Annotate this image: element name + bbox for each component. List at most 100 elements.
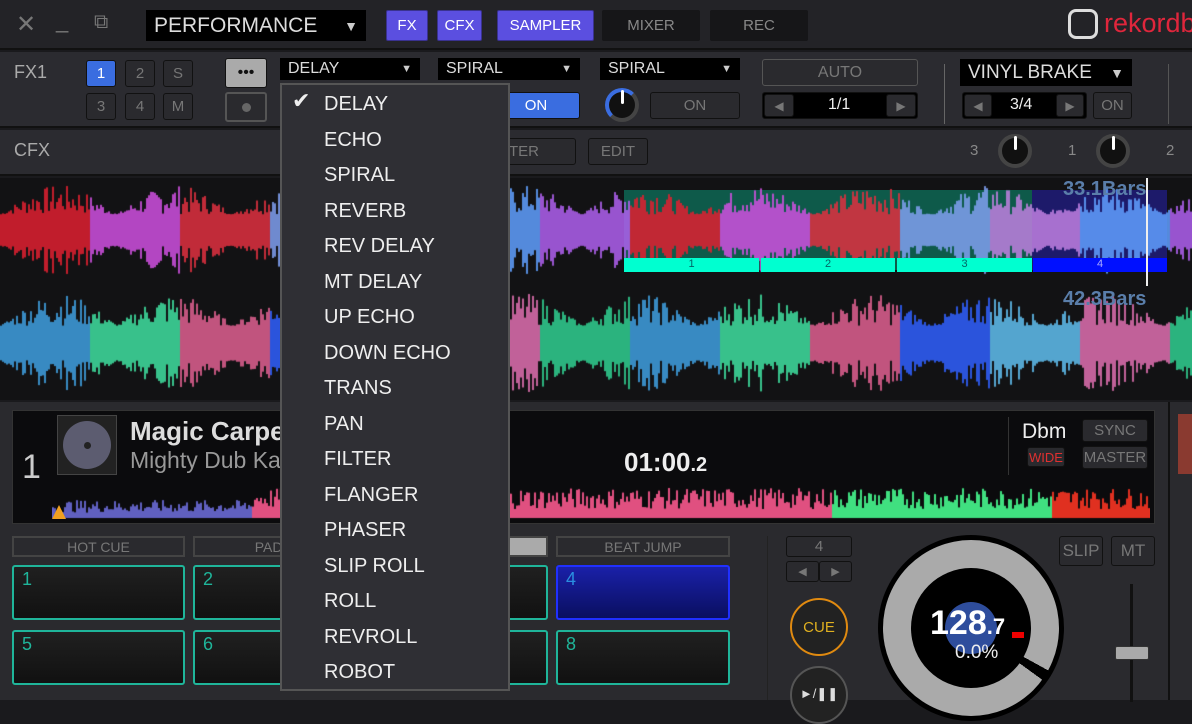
divider bbox=[1008, 417, 1009, 475]
fx-deck-1-button[interactable]: 1 bbox=[86, 60, 116, 87]
beat-fx-left-arrow-icon[interactable]: ◀ bbox=[964, 94, 992, 117]
deck2-bars-label: 42.3Bars bbox=[1063, 288, 1147, 310]
fx-slot-1-label: DELAY bbox=[288, 60, 340, 77]
menu-item-filter[interactable]: FILTER bbox=[324, 442, 391, 477]
check-icon: ✔ bbox=[292, 88, 311, 113]
track-title: Magic Carpet bbox=[130, 416, 294, 446]
pad-4[interactable]: 4 bbox=[556, 565, 730, 620]
fx-slot-3-knob[interactable] bbox=[605, 88, 639, 122]
beat-right-arrow-icon[interactable]: ▶ bbox=[886, 94, 916, 117]
chevron-down-icon: ▼ bbox=[721, 63, 732, 75]
fx-deck-m-button[interactable]: M bbox=[163, 93, 193, 120]
master-button[interactable]: MASTER bbox=[1082, 446, 1148, 469]
beat-jump-left-icon[interactable]: ◀ bbox=[786, 561, 819, 582]
menu-item-phaser[interactable]: PHASER bbox=[324, 513, 406, 548]
chevron-down-icon: ▼ bbox=[561, 63, 572, 75]
deck2-waveform bbox=[0, 288, 1192, 398]
cfx-panel: CFX FILTER EDIT 3 1 2 bbox=[0, 130, 1192, 176]
cfx-knob-3[interactable] bbox=[998, 134, 1032, 168]
chevron-down-icon: ▼ bbox=[401, 63, 412, 75]
fx1-label: FX1 bbox=[14, 62, 48, 82]
menu-item-delay[interactable]: DELAY bbox=[324, 87, 388, 122]
divider bbox=[944, 64, 945, 124]
fx-slot-3-on-button[interactable]: ON bbox=[650, 92, 740, 119]
beat-value: 1/1 bbox=[828, 96, 851, 113]
knob-label-3: 3 bbox=[970, 142, 979, 159]
fx-deck-4-button[interactable]: 4 bbox=[125, 93, 155, 120]
menu-item-slip-roll[interactable]: SLIP ROLL bbox=[324, 549, 425, 584]
beat-left-arrow-icon[interactable]: ◀ bbox=[764, 94, 794, 117]
cue-button[interactable]: CUE bbox=[790, 598, 848, 656]
menu-item-rev-delay[interactable]: REV DELAY bbox=[324, 229, 435, 264]
fx-slot-1-dropdown[interactable]: DELAY ▼ bbox=[280, 58, 420, 80]
fx-panel: FX1 1 2 S 3 4 M ••• DELAY ▼ SPIRAL ▼ ON SP… bbox=[0, 52, 1192, 128]
tempo-fader-handle[interactable] bbox=[1115, 646, 1149, 660]
menu-item-trans[interactable]: TRANS bbox=[324, 371, 392, 406]
fx-type-menu: ✔ DELAY ECHO SPIRAL REVERB REV DELAY MT DELAY… bbox=[280, 83, 510, 691]
cfx-knob-1[interactable] bbox=[1096, 134, 1130, 168]
beat-fx-on-button[interactable]: ON bbox=[1093, 92, 1132, 119]
fx-deck-2-button[interactable]: 2 bbox=[125, 60, 155, 87]
time-main: 01:00 bbox=[624, 447, 691, 477]
top-bar: ✕ _ ⧉ PERFORMANCE ▼ FX CFX SAMPLER MIXER … bbox=[0, 0, 1192, 50]
fx-slot-2-dropdown[interactable]: SPIRAL ▼ bbox=[438, 58, 580, 80]
pad-1[interactable]: 1 bbox=[12, 565, 185, 620]
menu-item-flanger[interactable]: FLANGER bbox=[324, 478, 418, 513]
wide-button[interactable]: WIDE bbox=[1027, 447, 1065, 467]
pad-mode-beat-jump[interactable]: BEAT JUMP bbox=[556, 536, 730, 557]
divider bbox=[767, 536, 768, 700]
loop-marker-3: 3 bbox=[897, 258, 1032, 272]
deck-number: 1 bbox=[22, 448, 41, 486]
rekordbox-logo-icon bbox=[1068, 9, 1098, 39]
close-icon[interactable]: ✕ bbox=[16, 10, 36, 39]
fx-slot-3-dropdown[interactable]: SPIRAL ▼ bbox=[600, 58, 740, 80]
menu-item-spiral[interactable]: SPIRAL bbox=[324, 158, 395, 193]
mt-button[interactable]: MT bbox=[1111, 536, 1155, 566]
sync-button[interactable]: SYNC bbox=[1082, 419, 1148, 442]
fx-deck-3-button[interactable]: 3 bbox=[86, 93, 116, 120]
beat-fx-right-arrow-icon[interactable]: ▶ bbox=[1056, 94, 1084, 117]
fx-slot-2-label: SPIRAL bbox=[446, 60, 503, 77]
menu-item-reverb[interactable]: REVERB bbox=[324, 194, 406, 229]
auto-button[interactable]: AUTO bbox=[762, 59, 918, 86]
menu-item-revroll[interactable]: REVROLL bbox=[324, 620, 417, 655]
menu-item-echo[interactable]: ECHO bbox=[324, 123, 382, 158]
mixer-button[interactable]: MIXER bbox=[602, 10, 700, 41]
waveform-area[interactable]: 1 2 3 4 33.1Bars 42.3Bars bbox=[0, 178, 1192, 400]
menu-item-pan[interactable]: PAN bbox=[324, 407, 364, 442]
fx-deck-s-button[interactable]: S bbox=[163, 60, 193, 87]
chevron-down-icon: ▼ bbox=[1110, 64, 1124, 81]
more-button[interactable]: ••• bbox=[225, 58, 267, 88]
fx-button[interactable]: FX bbox=[386, 10, 428, 41]
minimize-icon[interactable]: _ bbox=[56, 8, 68, 34]
play-pause-button[interactable]: ►/❚❚ bbox=[790, 666, 848, 724]
cfx-button[interactable]: CFX bbox=[437, 10, 482, 41]
overview-waveform[interactable] bbox=[52, 478, 1150, 520]
layout-dropdown[interactable]: PERFORMANCE ▼ bbox=[146, 10, 366, 41]
deck1-bars-label: 33.1Bars bbox=[1063, 178, 1147, 200]
pad-mode-hot-cue[interactable]: HOT CUE bbox=[12, 536, 185, 557]
time-fraction: .2 bbox=[690, 454, 708, 476]
chevron-down-icon: ▼ bbox=[344, 17, 358, 34]
beat-jump-value: 4 bbox=[786, 536, 852, 557]
sampler-button[interactable]: SAMPLER bbox=[497, 10, 594, 41]
rec-button[interactable]: REC bbox=[710, 10, 808, 41]
time-display: 01:00.2 bbox=[624, 447, 707, 478]
menu-item-mt-delay[interactable]: MT DELAY bbox=[324, 265, 422, 300]
bpm-frac: .7 bbox=[986, 614, 1006, 639]
pad-8[interactable]: 8 bbox=[556, 630, 730, 685]
slip-button[interactable]: SLIP bbox=[1059, 536, 1103, 566]
beat-jump-right-icon[interactable]: ▶ bbox=[819, 561, 852, 582]
menu-item-down-echo[interactable]: DOWN ECHO bbox=[324, 336, 451, 371]
menu-item-up-echo[interactable]: UP ECHO bbox=[324, 300, 415, 335]
fx-slot-3-label: SPIRAL bbox=[608, 60, 665, 77]
beat-fx-dropdown[interactable]: VINYL BRAKE ▼ bbox=[960, 59, 1132, 86]
menu-item-roll[interactable]: ROLL bbox=[324, 584, 376, 619]
deck-1: 1 Magic Carpet Mighty Dub Katz 01:00.2 D… bbox=[0, 402, 1192, 724]
restore-icon[interactable]: ⧉ bbox=[94, 11, 108, 34]
record-button[interactable] bbox=[225, 92, 267, 122]
menu-item-robot[interactable]: ROBOT bbox=[324, 655, 395, 690]
pad-5[interactable]: 5 bbox=[12, 630, 185, 685]
pitch-display: 0.0% bbox=[955, 642, 999, 663]
cfx-edit-button[interactable]: EDIT bbox=[588, 138, 648, 165]
